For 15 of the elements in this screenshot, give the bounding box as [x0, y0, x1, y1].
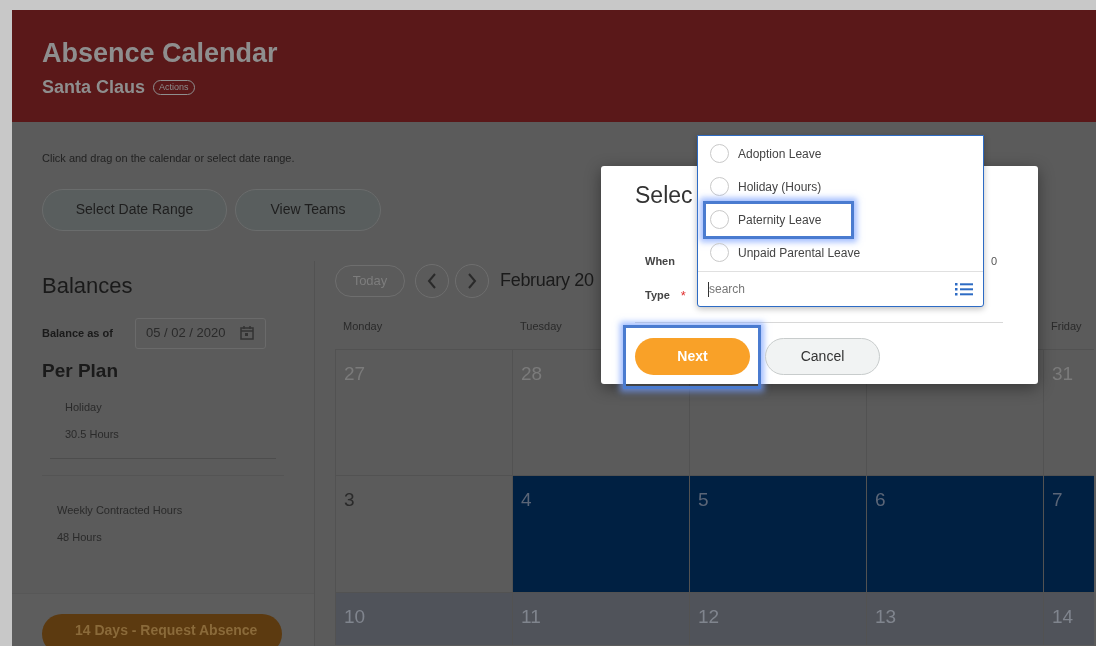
day-number: 6	[875, 488, 886, 510]
field-label: Balance as of	[42, 325, 113, 341]
when-value: 0	[991, 254, 998, 270]
day-number: 5	[698, 488, 709, 510]
required-asterisk: *	[680, 286, 686, 305]
field-label: When	[645, 254, 676, 270]
page-title: Absence Calendar	[42, 37, 278, 70]
dialog-title: Selec	[635, 181, 693, 210]
employee-name: Santa Claus	[42, 76, 146, 99]
section-title: Per Plan	[42, 358, 119, 383]
field-label: Type	[645, 288, 670, 304]
day-number: 4	[521, 488, 532, 510]
day-number: 7	[1052, 488, 1063, 510]
section-title: Balances	[42, 271, 133, 300]
month-title: February 20	[500, 269, 594, 292]
